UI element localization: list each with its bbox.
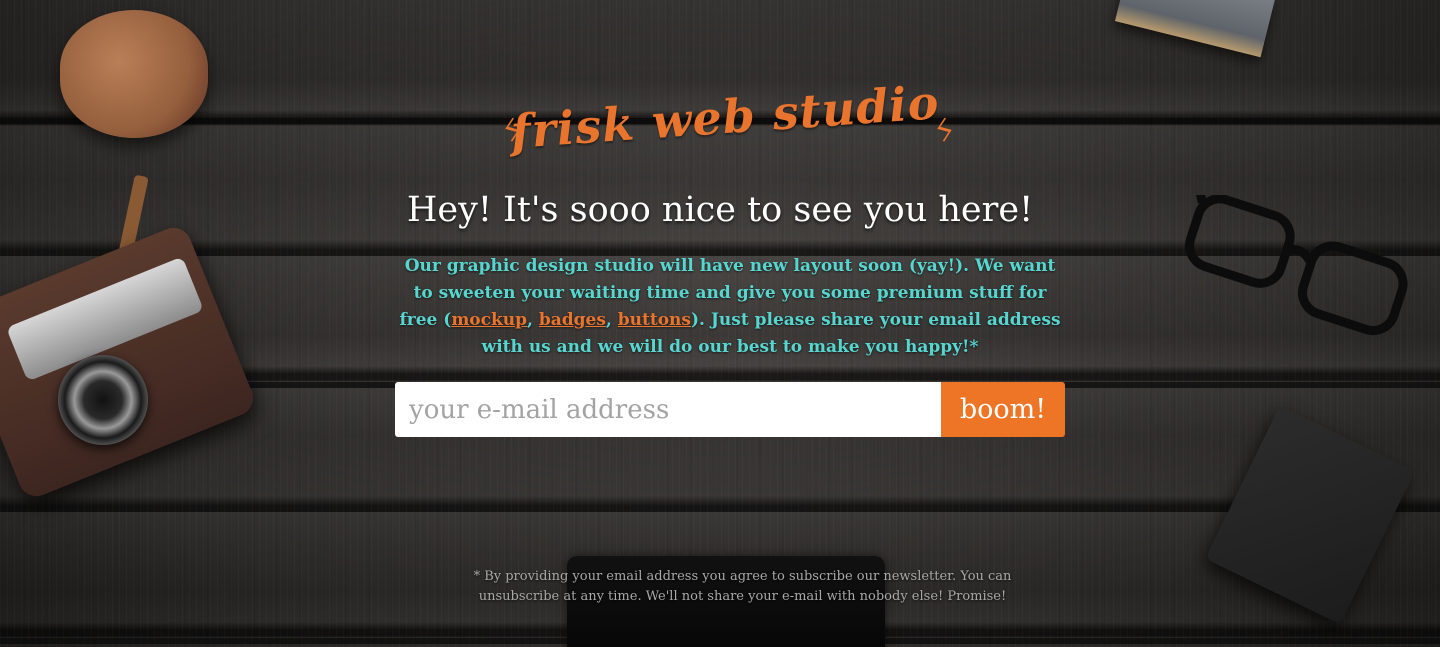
- page-title: Hey! It's sooo nice to see you here!: [406, 190, 1034, 230]
- mockup-link[interactable]: mockup: [451, 310, 527, 330]
- book-image: [1114, 0, 1276, 58]
- link-separator: ,: [605, 310, 618, 330]
- badges-link[interactable]: badges: [539, 310, 606, 330]
- intro-text: Our graphic design studio will have new …: [395, 253, 1065, 361]
- link-separator: ,: [527, 310, 539, 330]
- leather-lens-case-image: [60, 10, 208, 138]
- newsletter-signup-form: boom!: [395, 382, 1065, 437]
- buttons-link[interactable]: buttons: [618, 310, 691, 330]
- logo-wordmark: frisk web studio: [509, 75, 941, 159]
- camera-lens-image: [58, 355, 148, 445]
- studio-logo: ϟ frisk web studio ϟ: [490, 75, 960, 170]
- newsletter-disclaimer: * By providing your email address you ag…: [473, 569, 1012, 604]
- notebook-image: [1205, 405, 1415, 625]
- email-input[interactable]: [395, 382, 941, 437]
- submit-button[interactable]: boom!: [941, 382, 1065, 437]
